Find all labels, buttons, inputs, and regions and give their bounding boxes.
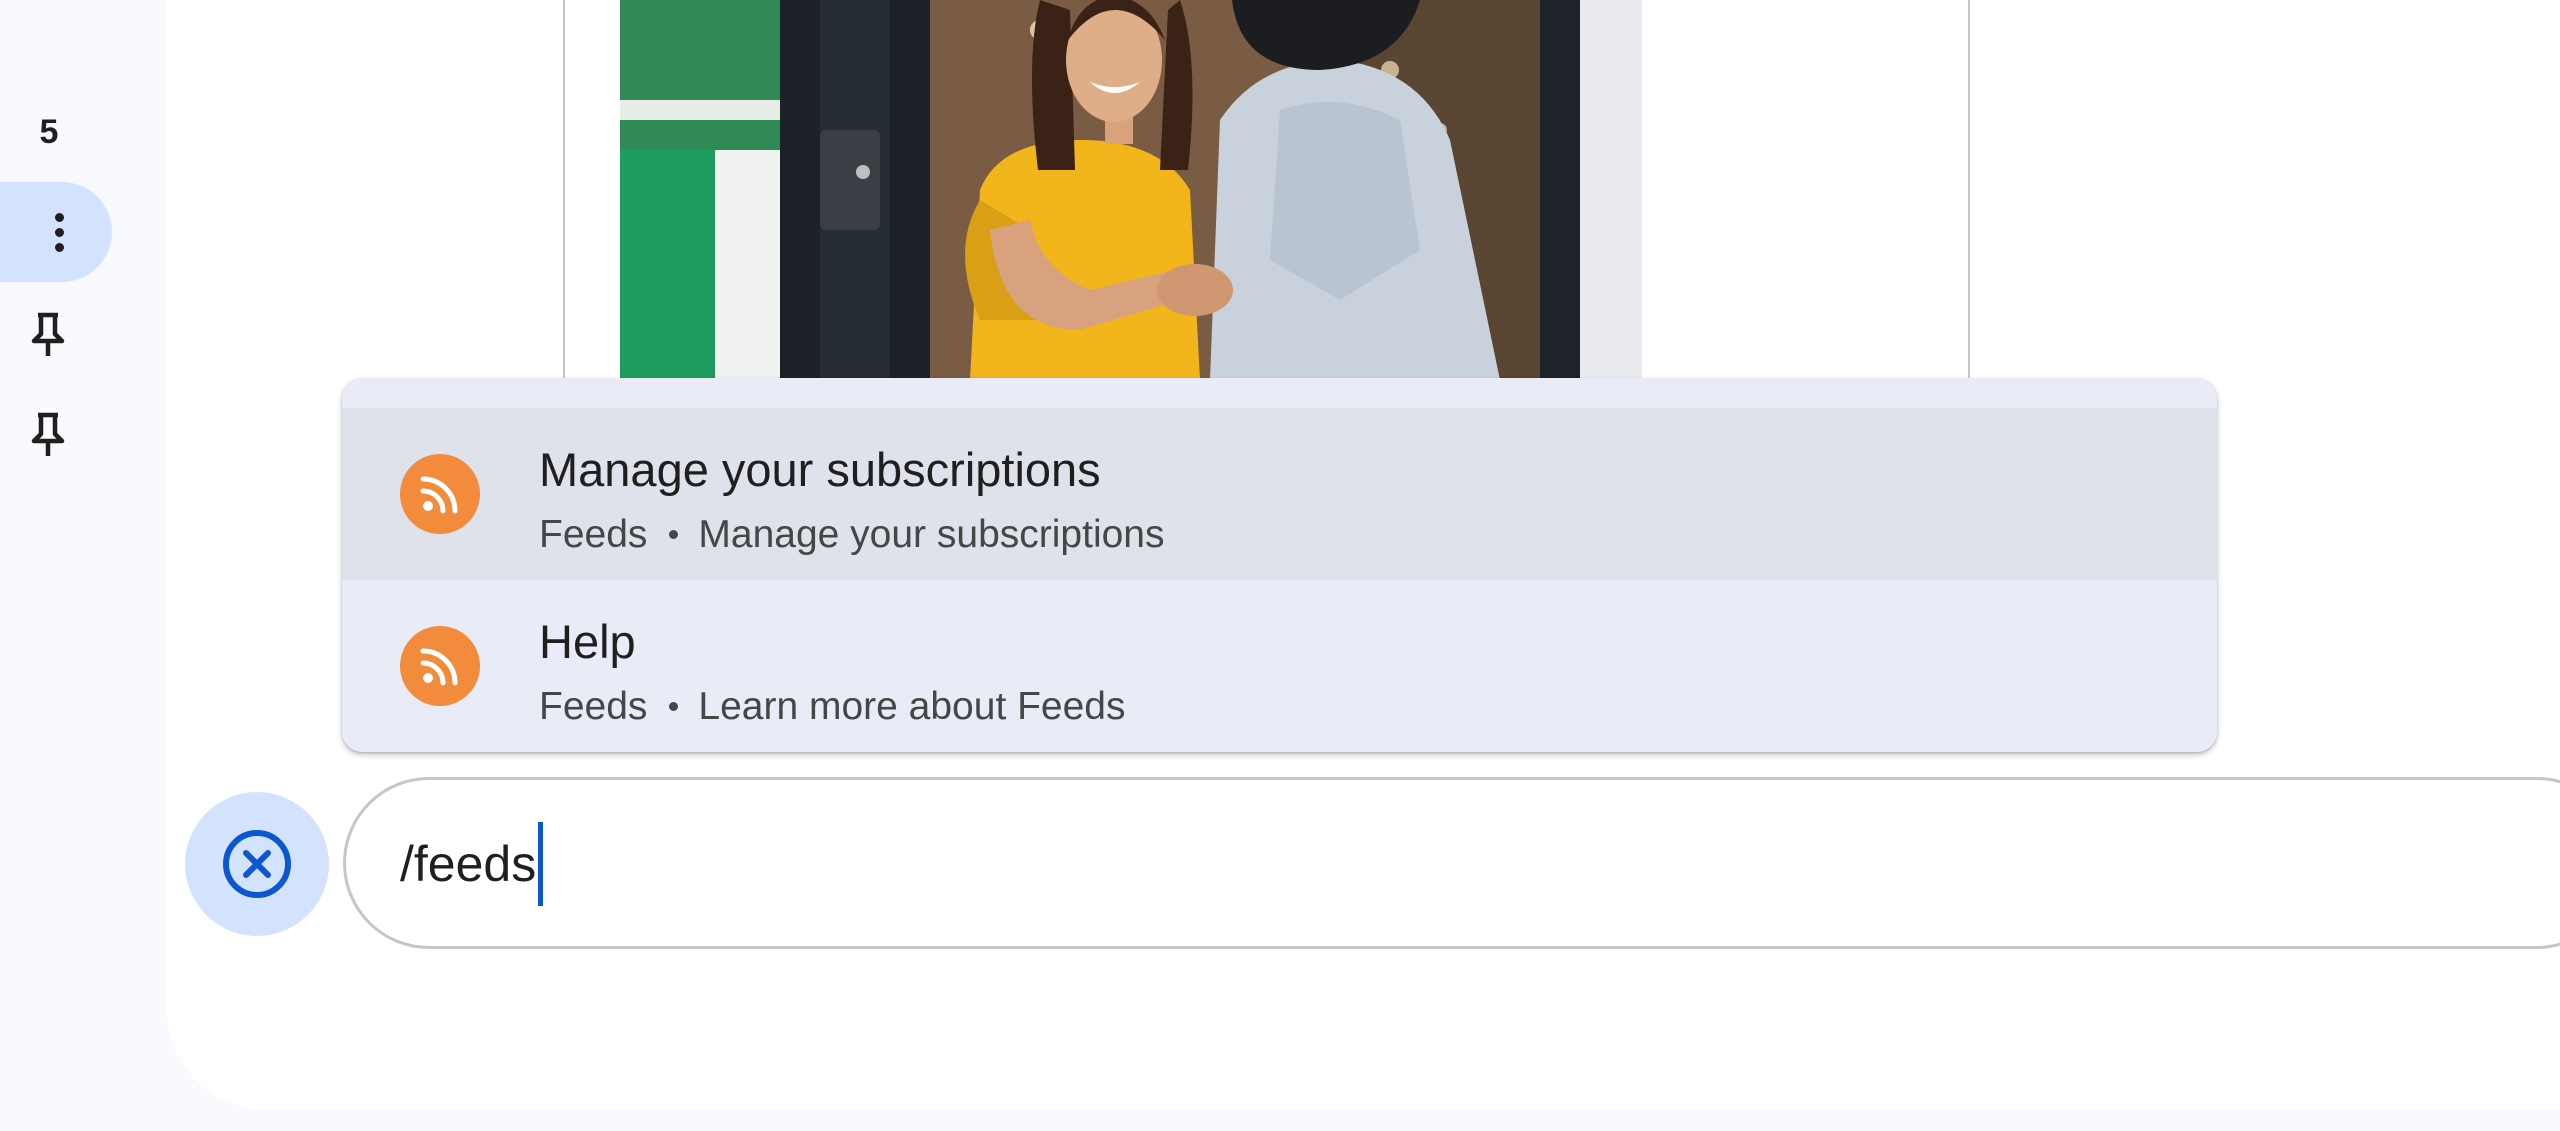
- suggestion-description: Manage your subscriptions: [698, 513, 1165, 556]
- rss-icon: [400, 626, 480, 706]
- suggestion-description: Learn more about Feeds: [698, 685, 1126, 728]
- rail-count: 5: [39, 113, 59, 151]
- suggestion-subtitle: Feeds Learn more about Feeds: [539, 685, 1126, 729]
- suggestion-source: Feeds: [539, 685, 648, 728]
- close-circle-icon: [223, 830, 291, 898]
- suggestion-manage-subscriptions[interactable]: Manage your subscriptions Feeds Manage yo…: [342, 408, 2217, 580]
- rss-icon: [400, 454, 480, 534]
- text-caret: [538, 822, 544, 906]
- more-options-button[interactable]: [0, 182, 112, 282]
- more-vert-icon: [54, 212, 64, 252]
- message-input-text[interactable]: /feeds: [400, 822, 544, 910]
- pin-button-2[interactable]: [28, 410, 68, 460]
- command-suggestions-popup: Manage your subscriptions Feeds Manage yo…: [342, 378, 2217, 752]
- pin-icon: [31, 412, 65, 456]
- separator-dot: [669, 702, 679, 712]
- left-rail: 5: [0, 0, 167, 1131]
- suggestion-title: Help: [539, 615, 636, 668]
- separator-dot: [669, 530, 679, 540]
- suggestion-subtitle: Feeds Manage your subscriptions: [539, 513, 1164, 557]
- cancel-command-button[interactable]: [185, 792, 329, 936]
- suggestion-help[interactable]: Help Feeds Learn more about Feeds: [342, 580, 2217, 752]
- suggestion-source: Feeds: [539, 513, 648, 556]
- input-value: /feeds: [400, 836, 537, 893]
- suggestion-title: Manage your subscriptions: [539, 443, 1101, 496]
- photo-handshake: [620, 0, 1642, 380]
- pin-icon: [31, 312, 65, 356]
- message-image[interactable]: [620, 0, 1642, 380]
- pin-button-1[interactable]: [28, 310, 68, 360]
- message-input[interactable]: /feeds: [343, 777, 2560, 949]
